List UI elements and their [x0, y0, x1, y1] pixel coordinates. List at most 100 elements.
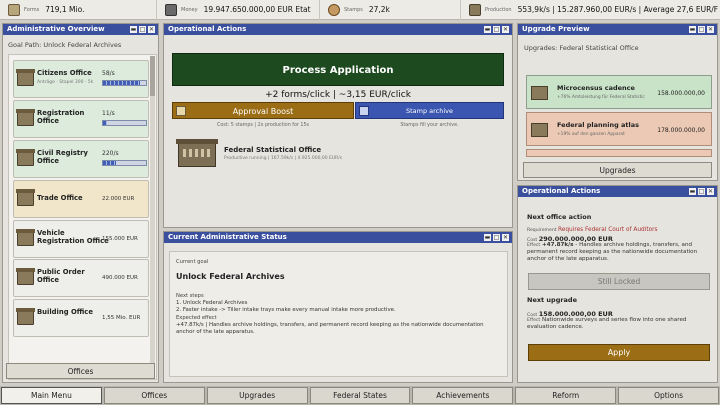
next-step-1: 1. Unlock Federal Archives	[176, 300, 248, 306]
building-price: 155.000 EUR	[102, 236, 138, 242]
building-name: Trade Office	[37, 194, 83, 202]
administrative-status-panel: Current Administrative Status ▬ □ ✕ Curr…	[163, 231, 513, 383]
offices-button[interactable]: Offices	[6, 363, 155, 379]
maximize-icon[interactable]: □	[493, 26, 500, 33]
upgrade-item-microcensus[interactable]: Microcensus cadence +76% Amtsleistung fü…	[526, 75, 712, 109]
status-content: Current goal Unlock Federal Archives Nex…	[169, 251, 508, 377]
production-counter: Production 553,9k/s | 15.287.960,00 EUR/…	[461, 0, 720, 20]
maximize-icon[interactable]: □	[698, 188, 705, 195]
close-icon[interactable]: ✕	[502, 26, 509, 33]
building-item[interactable]: Vehicle Registration Office 155.000 EUR	[13, 220, 149, 258]
stamp-icon	[176, 106, 186, 116]
bottom-navigation: Main Menu Offices Upgrades Federal States Ac…	[0, 386, 720, 405]
minimize-icon[interactable]: ▬	[689, 188, 696, 195]
nav-main-menu[interactable]: Main Menu	[1, 387, 102, 404]
minimize-icon[interactable]: ▬	[130, 26, 137, 33]
building-name: Citizens Office	[37, 69, 92, 77]
stamps-counter: Stamps 27,2k	[320, 0, 461, 20]
building-progress	[102, 80, 147, 86]
current-goal: Unlock Federal Archives	[176, 272, 285, 281]
requirement-text: Requires Federal Court of Auditors	[558, 227, 658, 233]
administrative-overview-panel: Administrative Overview ▬ □ ✕ Goal Path:…	[2, 23, 159, 383]
building-icon	[16, 308, 35, 325]
expected-effect: +47.87k/s | Handles archive holdings, tr…	[176, 322, 484, 335]
building-rate: 220/s	[102, 150, 119, 157]
building-icon	[16, 69, 35, 86]
stamp-icon	[328, 3, 340, 16]
featured-office-desc: Productive running | 167.59k/s | 4.925.0…	[224, 156, 343, 161]
factory-icon	[469, 3, 481, 16]
building-progress	[102, 160, 147, 166]
building-item[interactable]: Trade Office 22.000 EUR	[13, 180, 149, 218]
upgrade-item-partial[interactable]	[526, 149, 712, 157]
requirement-row: Requirement Requires Federal Court of Au…	[527, 227, 658, 233]
building-name: Registration Office	[37, 109, 85, 125]
panel-header: Current Administrative Status ▬ □ ✕	[164, 232, 512, 243]
close-icon[interactable]: ✕	[502, 234, 509, 241]
building-item[interactable]: Building Office 1,55 Mio. EUR	[13, 299, 149, 337]
apply-button[interactable]: Apply	[528, 344, 710, 361]
building-name: Public Order Office	[37, 268, 85, 284]
building-item[interactable]: Citizens Office Anträge · Stapel 300 · 5k…	[13, 60, 149, 98]
building-icon	[16, 189, 35, 206]
statistical-office-building-icon	[176, 139, 218, 167]
approval-boost-button[interactable]: Approval Boost	[172, 102, 354, 119]
close-icon[interactable]: ✕	[148, 26, 155, 33]
upgrade-preview-panel: Upgrade Preview ▬ □ ✕ Upgrades: Federal …	[517, 23, 718, 181]
scrollbar-track[interactable]	[150, 56, 155, 378]
building-list[interactable]: Citizens Office Anträge · Stapel 300 · 5k…	[8, 54, 157, 380]
archive-icon	[359, 106, 369, 116]
money-counter: Money 19.947.650.000,00 EUR Etat	[157, 0, 320, 20]
next-steps-label: Next steps	[176, 293, 204, 299]
nav-federal-states[interactable]: Federal States	[309, 387, 411, 404]
goal-path: Goal Path: Unlock Federal Archives	[8, 41, 122, 49]
still-locked-button[interactable]: Still Locked	[528, 273, 710, 290]
scrollbar-thumb[interactable]	[150, 56, 155, 96]
building-icon	[531, 86, 548, 100]
upgrade-item-planning-atlas[interactable]: Federal planning atlas +19% auf den ganz…	[526, 112, 712, 146]
current-goal-label: Current goal	[176, 259, 209, 265]
building-sub: Anträge · Stapel 300 · 5k	[37, 80, 94, 85]
upgrades-button[interactable]: Upgrades	[523, 162, 712, 178]
building-item[interactable]: Civil Registry Office 220/s	[13, 140, 149, 178]
building-rate: 11/s	[102, 110, 115, 117]
process-application-button[interactable]: Process Application	[172, 53, 504, 86]
panel-header: Operational Actions ▬ □ ✕	[518, 186, 717, 197]
close-icon[interactable]: ✕	[707, 26, 714, 33]
stamp-caption: Stamps fill your archive.	[400, 123, 459, 128]
minimize-icon[interactable]: ▬	[484, 234, 491, 241]
actions-body: Process Application +2 forms/click | ~3,…	[164, 35, 512, 227]
minimize-icon[interactable]: ▬	[689, 26, 696, 33]
click-rate: +2 forms/click | ~3,15 EUR/click	[265, 90, 411, 100]
money-icon	[165, 3, 177, 16]
building-price: 490.000 EUR	[102, 275, 138, 281]
maximize-icon[interactable]: □	[698, 26, 705, 33]
panel-header: Operational Actions ▬ □ ✕	[164, 24, 512, 35]
panel-header: Administrative Overview ▬ □ ✕	[3, 24, 158, 35]
maximize-icon[interactable]: □	[139, 26, 146, 33]
building-progress	[102, 120, 147, 126]
stamp-archive-button[interactable]: Stamp archive	[355, 102, 504, 119]
boost-caption: Cost: 5 stamps | 2x production for 15s	[216, 123, 309, 128]
featured-office-name: Federal Statistical Office	[224, 146, 322, 154]
close-icon[interactable]: ✕	[707, 188, 714, 195]
resource-bar: Forms 719,1 Mio. Money 19.947.650.000,00…	[0, 0, 720, 20]
forms-icon	[8, 3, 20, 16]
building-item[interactable]: Registration Office 11/s	[13, 100, 149, 138]
right-operational-actions-panel: Operational Actions ▬ □ ✕ Next office ac…	[517, 185, 718, 383]
nav-achievements[interactable]: Achievements	[412, 387, 514, 404]
forms-counter: Forms 719,1 Mio.	[0, 0, 157, 20]
panel-header: Upgrade Preview ▬ □ ✕	[518, 24, 717, 35]
building-price: 22.000 EUR	[102, 196, 135, 202]
nav-reform[interactable]: Reform	[515, 387, 617, 404]
building-name: Building Office	[37, 308, 93, 316]
minimize-icon[interactable]: ▬	[484, 26, 491, 33]
nav-upgrades[interactable]: Upgrades	[206, 387, 308, 404]
nav-offices[interactable]: Offices	[103, 387, 205, 404]
maximize-icon[interactable]: □	[493, 234, 500, 241]
nav-options[interactable]: Options	[618, 387, 720, 404]
building-name: Vehicle Registration Office	[37, 229, 109, 245]
building-item[interactable]: Public Order Office 490.000 EUR	[13, 259, 149, 297]
building-icon	[531, 123, 548, 137]
next-upgrade-label: Next upgrade	[527, 296, 577, 304]
